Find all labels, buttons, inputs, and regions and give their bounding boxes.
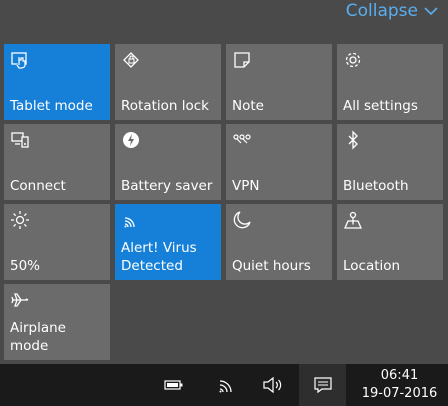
tile-airplane-mode[interactable]: Airplane mode (4, 284, 110, 360)
tile-tablet-mode[interactable]: Tablet mode (4, 44, 110, 120)
clock-time: 06:41 (380, 368, 419, 383)
tile-label: Note (232, 98, 264, 114)
tile-vpn[interactable]: VPN (226, 124, 332, 200)
tile-battery-saver[interactable]: Battery saver (115, 124, 221, 200)
tile-label: Quiet hours (232, 258, 311, 274)
wifi-icon[interactable] (212, 364, 240, 406)
tile-location[interactable]: Location (337, 204, 443, 280)
airplane-icon (10, 290, 30, 310)
note-icon (232, 50, 252, 70)
battery-saver-icon (121, 130, 141, 150)
tile-label: Battery saver (121, 178, 213, 194)
tile-brightness[interactable]: 50% (4, 204, 110, 280)
battery-icon[interactable] (160, 364, 188, 406)
tile-all-settings[interactable]: All settings (337, 44, 443, 120)
blurred-notification-remnant (8, 3, 12, 18)
tile-bluetooth[interactable]: Bluetooth (337, 124, 443, 200)
tile-label: Alert! Virus Detected (121, 240, 197, 274)
tile-label: All settings (343, 98, 418, 114)
clock-date: 19-07-2016 (361, 386, 438, 401)
tile-note[interactable]: Note (226, 44, 332, 120)
action-center-icon[interactable] (299, 364, 346, 406)
tile-label: Airplane mode (10, 320, 66, 354)
location-icon (343, 210, 363, 230)
wifi-icon (121, 210, 141, 230)
chevron-down-icon (424, 7, 438, 16)
collapse-label: Collapse (345, 1, 418, 21)
tile-rotation-lock[interactable]: Rotation lock (115, 44, 221, 120)
moon-icon (232, 210, 252, 230)
volume-icon[interactable] (258, 364, 288, 406)
tile-label: Tablet mode (10, 98, 93, 114)
tile-label: Rotation lock (121, 98, 210, 114)
tile-label: Bluetooth (343, 178, 409, 194)
taskbar-clock[interactable]: 06:41 19-07-2016 (351, 364, 448, 406)
tile-alert-virus[interactable]: Alert! Virus Detected (115, 204, 221, 280)
bluetooth-icon (343, 130, 363, 150)
tablet-mode-icon (10, 50, 30, 70)
rotation-lock-icon (121, 50, 141, 70)
tile-label: VPN (232, 178, 260, 194)
tile-connect[interactable]: Connect (4, 124, 110, 200)
vpn-icon (232, 130, 252, 150)
connect-icon (10, 130, 30, 150)
tile-label: 50% (10, 258, 41, 274)
collapse-button[interactable]: Collapse (346, 0, 438, 23)
brightness-icon (10, 210, 30, 230)
taskbar: 06:41 19-07-2016 (0, 364, 448, 406)
tile-label: Location (343, 258, 401, 274)
action-center-panel: Collapse Tablet mode Rotation lock Note (0, 0, 448, 364)
tile-label: Connect (10, 178, 66, 194)
gear-icon (343, 50, 363, 70)
tile-quiet-hours[interactable]: Quiet hours (226, 204, 332, 280)
